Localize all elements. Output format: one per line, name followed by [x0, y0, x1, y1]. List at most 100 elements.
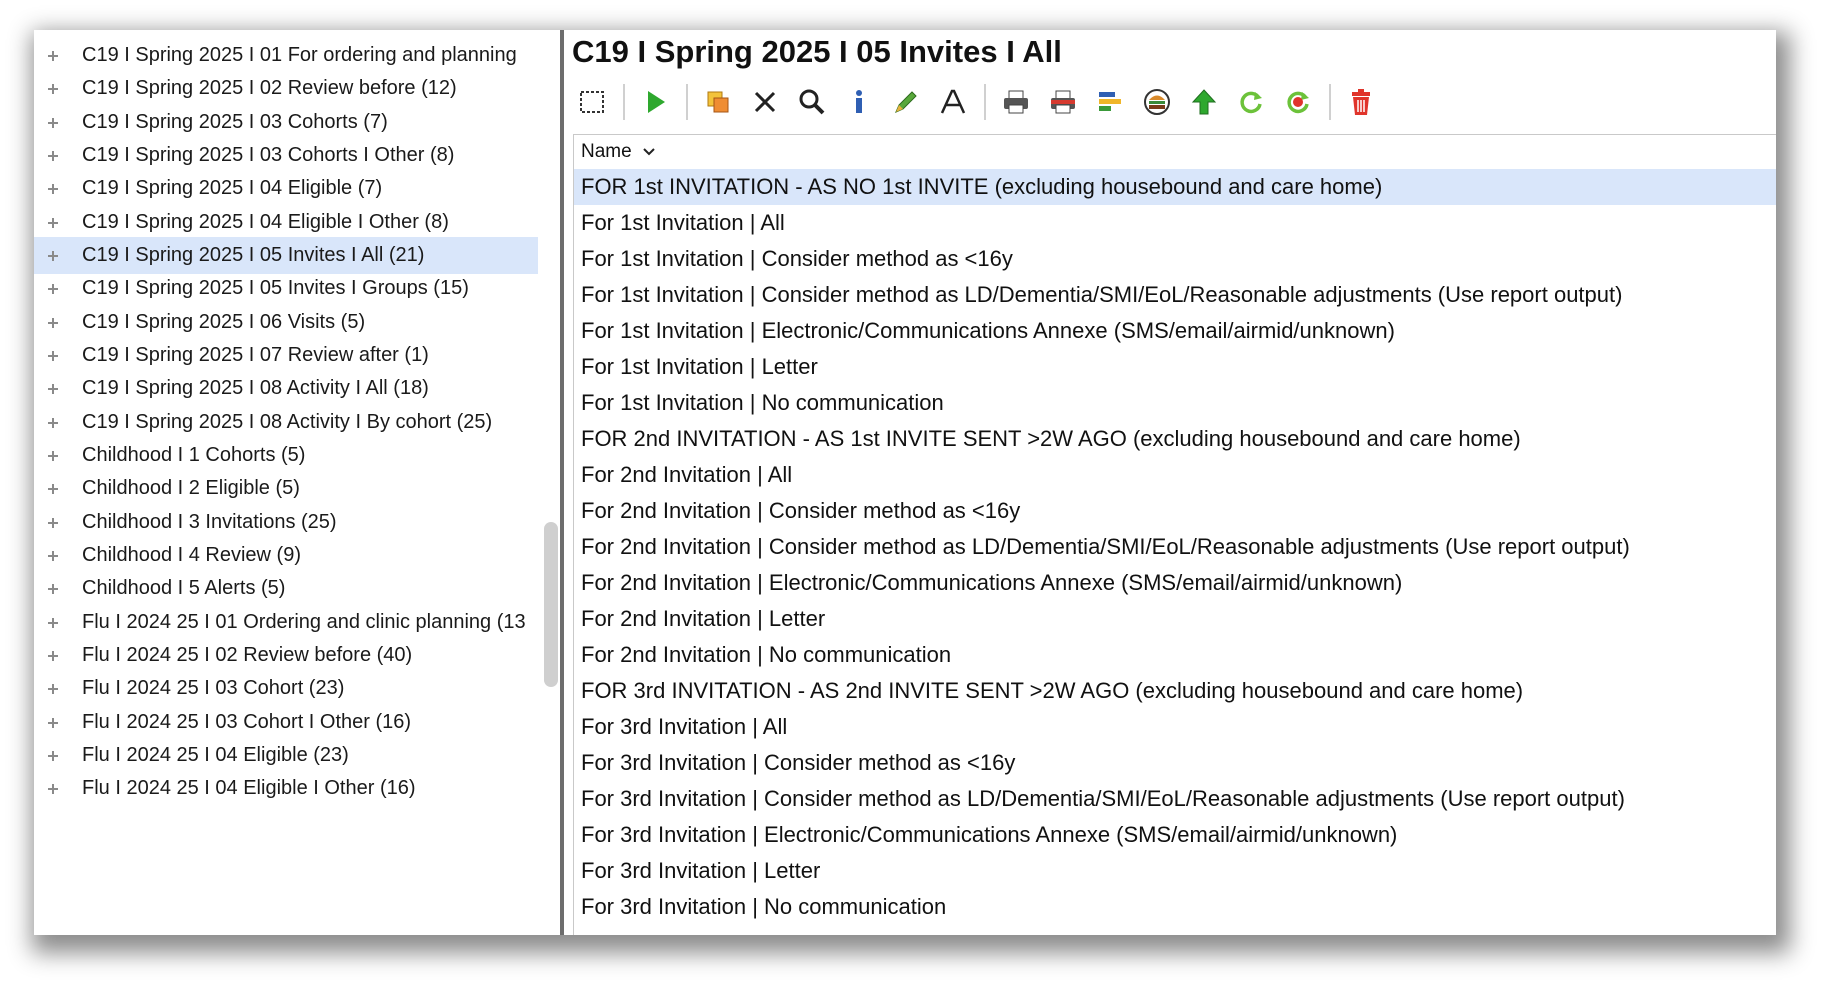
list-item[interactable]: For 3rd Invitation | All	[574, 709, 1776, 745]
tree-item[interactable]: C19 I Spring 2025 I 06 Visits (5)	[34, 304, 544, 341]
info-button[interactable]	[839, 82, 879, 122]
tree-scrollbar-thumb[interactable]	[544, 522, 558, 687]
expand-plus-icon[interactable]	[46, 316, 60, 330]
tree-item[interactable]: C19 I Spring 2025 I 03 Cohorts (7)	[34, 104, 544, 141]
tree-item-label: Childhood I 3 Invitations (25)	[82, 511, 337, 533]
tree-item-label: C19 I Spring 2025 I 05 Invites I All (21…	[82, 244, 425, 266]
print-button[interactable]	[996, 82, 1036, 122]
chevron-down-icon	[642, 148, 655, 156]
burger-button[interactable]	[1137, 82, 1177, 122]
expand-plus-icon[interactable]	[46, 182, 60, 196]
upload-arrow-button[interactable]	[1184, 82, 1224, 122]
main-pane: C19 I Spring 2025 I 05 Invites I All Nam…	[564, 30, 1776, 935]
expand-plus-icon[interactable]	[46, 82, 60, 96]
rows-container: FOR 1st INVITATION - AS NO 1st INVITE (e…	[574, 169, 1776, 925]
tree-item[interactable]: Childhood I 1 Cohorts (5)	[34, 437, 544, 474]
list-item[interactable]: For 2nd Invitation | Electronic/Communic…	[574, 565, 1776, 601]
report-button[interactable]	[1090, 82, 1130, 122]
list-item[interactable]: For 1st Invitation | Consider method as …	[574, 277, 1776, 313]
expand-plus-icon[interactable]	[46, 482, 60, 496]
list-item[interactable]: FOR 2nd INVITATION - AS 1st INVITE SENT …	[574, 421, 1776, 457]
expand-plus-icon[interactable]	[46, 149, 60, 163]
list-item[interactable]: For 3rd Invitation | Consider method as …	[574, 745, 1776, 781]
expand-plus-icon[interactable]	[46, 749, 60, 763]
tree-item[interactable]: C19 I Spring 2025 I 04 Eligible I Other …	[34, 204, 544, 241]
list-item[interactable]: FOR 3rd INVITATION - AS 2nd INVITE SENT …	[574, 673, 1776, 709]
tree-item[interactable]: Childhood I 5 Alerts (5)	[34, 570, 544, 607]
expand-plus-icon[interactable]	[46, 49, 60, 63]
tree-item-label: C19 I Spring 2025 I 03 Cohorts (7)	[82, 111, 388, 133]
tree-item[interactable]: C19 I Spring 2025 I 03 Cohorts I Other (…	[34, 137, 544, 174]
rename-text-button[interactable]	[933, 82, 973, 122]
tree-item[interactable]: C19 I Spring 2025 I 07 Review after (1)	[34, 337, 544, 374]
column-header-name[interactable]: Name	[574, 135, 1776, 169]
expand-plus-icon[interactable]	[46, 582, 60, 596]
upload-arrow-icon	[1191, 89, 1217, 115]
list-item[interactable]: For 3rd Invitation | Letter	[574, 853, 1776, 889]
list-item[interactable]: For 2nd Invitation | No communication	[574, 637, 1776, 673]
refresh-button[interactable]	[1231, 82, 1271, 122]
trash-button[interactable]	[1341, 82, 1381, 122]
list-item[interactable]: For 3rd Invitation | No communication	[574, 889, 1776, 925]
list-item[interactable]: For 3rd Invitation | Consider method as …	[574, 781, 1776, 817]
tree-item[interactable]: Flu I 2024 25 I 03 Cohort I Other (16)	[34, 704, 544, 741]
expand-plus-icon[interactable]	[46, 782, 60, 796]
tree-item[interactable]: Childhood I 2 Eligible (5)	[34, 470, 544, 507]
tree-item[interactable]: C19 I Spring 2025 I 02 Review before (12…	[34, 70, 544, 107]
copy-button[interactable]	[698, 82, 738, 122]
folder-tree: C19 I Spring 2025 I 01 For ordering and …	[34, 30, 562, 935]
tree-item[interactable]: C19 I Spring 2025 I 05 Invites I All (21…	[34, 237, 538, 274]
tree-scrollbar[interactable]	[542, 30, 560, 935]
tree-item[interactable]: Flu I 2024 25 I 02 Review before (40)	[34, 637, 544, 674]
burger-icon	[1144, 89, 1170, 115]
column-header-label: Name	[581, 141, 632, 162]
list-item[interactable]: FOR 1st INVITATION - AS NO 1st INVITE (e…	[574, 169, 1776, 205]
expand-plus-icon[interactable]	[46, 382, 60, 396]
tree-item[interactable]: Flu I 2024 25 I 04 Eligible (23)	[34, 737, 544, 774]
expand-plus-icon[interactable]	[46, 716, 60, 730]
tree-item[interactable]: C19 I Spring 2025 I 08 Activity I By coh…	[34, 404, 544, 441]
run-button[interactable]	[635, 82, 675, 122]
tree-item[interactable]: Childhood I 3 Invitations (25)	[34, 504, 544, 541]
expand-plus-icon[interactable]	[46, 516, 60, 530]
expand-plus-icon[interactable]	[46, 216, 60, 230]
expand-plus-icon[interactable]	[46, 249, 60, 263]
list-item[interactable]: For 3rd Invitation | Electronic/Communic…	[574, 817, 1776, 853]
expand-plus-icon[interactable]	[46, 449, 60, 463]
tree-item[interactable]: C19 I Spring 2025 I 08 Activity I All (1…	[34, 370, 544, 407]
list-item[interactable]: For 1st Invitation | Consider method as …	[574, 241, 1776, 277]
delete-x-button[interactable]	[745, 82, 785, 122]
list-item[interactable]: For 2nd Invitation | All	[574, 457, 1776, 493]
expand-plus-icon[interactable]	[46, 616, 60, 630]
refresh-red-button[interactable]	[1278, 82, 1318, 122]
expand-plus-icon[interactable]	[46, 282, 60, 296]
expand-plus-icon[interactable]	[46, 416, 60, 430]
print-red-button[interactable]	[1043, 82, 1083, 122]
tree-item[interactable]: Flu I 2024 25 I 01 Ordering and clinic p…	[34, 604, 544, 641]
tree-item[interactable]: C19 I Spring 2025 I 01 For ordering and …	[34, 37, 544, 74]
list-item[interactable]: For 1st Invitation | All	[574, 205, 1776, 241]
print-red-icon	[1051, 90, 1075, 114]
expand-plus-icon[interactable]	[46, 549, 60, 563]
expand-plus-icon[interactable]	[46, 349, 60, 363]
list-item[interactable]: For 2nd Invitation | Consider method as …	[574, 493, 1776, 529]
expand-plus-icon[interactable]	[46, 682, 60, 696]
tree-item[interactable]: C19 I Spring 2025 I 04 Eligible (7)	[34, 170, 544, 207]
toolbar-separator	[623, 84, 625, 120]
search-button[interactable]	[792, 82, 832, 122]
list-item[interactable]: For 1st Invitation | No communication	[574, 385, 1776, 421]
tree-item-label: C19 I Spring 2025 I 07 Review after (1)	[82, 344, 429, 366]
select-all-button[interactable]	[572, 82, 612, 122]
expand-plus-icon[interactable]	[46, 649, 60, 663]
list-item[interactable]: For 2nd Invitation | Consider method as …	[574, 529, 1776, 565]
list-item[interactable]: For 2nd Invitation | Letter	[574, 601, 1776, 637]
tree-item[interactable]: Flu I 2024 25 I 03 Cohort (23)	[34, 670, 544, 707]
list-item[interactable]: For 1st Invitation | Electronic/Communic…	[574, 313, 1776, 349]
edit-pencil-button[interactable]	[886, 82, 926, 122]
tree-item[interactable]: Childhood I 4 Review (9)	[34, 537, 544, 574]
list-item[interactable]: For 1st Invitation | Letter	[574, 349, 1776, 385]
expand-plus-icon[interactable]	[46, 116, 60, 130]
tree-item[interactable]: C19 I Spring 2025 I 05 Invites I Groups …	[34, 270, 544, 307]
tree-item[interactable]: Flu I 2024 25 I 04 Eligible I Other (16)	[34, 770, 544, 807]
app-window: C19 I Spring 2025 I 01 For ordering and …	[34, 30, 1776, 935]
